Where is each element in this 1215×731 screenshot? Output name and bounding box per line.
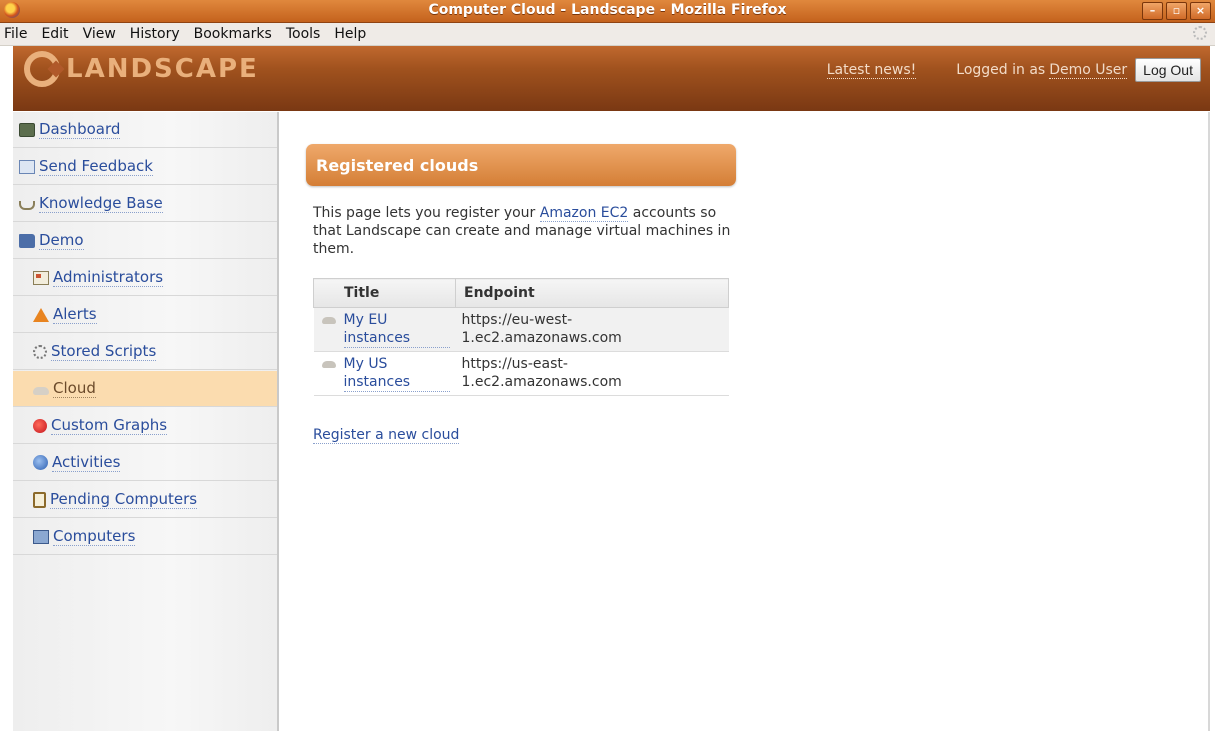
scripts-icon: [33, 344, 47, 359]
sidebar-item-stored-scripts[interactable]: Stored Scripts: [13, 334, 277, 370]
intro-text-before: This page lets you register your: [313, 205, 536, 221]
sidebar-item-label: Cloud: [53, 379, 96, 398]
cloud-icon: [321, 361, 336, 368]
minimize-button[interactable]: –: [1142, 2, 1163, 20]
content-right-border: [1208, 112, 1210, 731]
cloud-icon: [321, 317, 336, 324]
cell-endpoint: https://eu-west-1.ec2.amazonaws.com: [455, 307, 729, 352]
clouds-table: Title Endpoint My EU instances https://e…: [313, 278, 729, 396]
graph-icon: [33, 418, 47, 433]
sidebar-item-label: Alerts: [53, 305, 97, 324]
sidebar-item-label: Demo: [39, 231, 84, 250]
alert-icon: [33, 307, 49, 322]
sidebar-item-activities[interactable]: Activities: [13, 445, 277, 481]
window-controls: – ▫ ×: [1142, 2, 1211, 20]
sidebar-item-custom-graphs[interactable]: Custom Graphs: [13, 408, 277, 444]
logged-in-label: Logged in as: [956, 62, 1046, 78]
dashboard-icon: [19, 122, 35, 137]
sidebar-item-demo[interactable]: Demo: [13, 223, 277, 259]
logout-button[interactable]: Log Out: [1135, 58, 1201, 82]
sidebar-item-label: Dashboard: [39, 120, 121, 139]
sidebar-item-label: Pending Computers: [50, 490, 198, 509]
sidebar: Dashboard Send Feedback Knowledge Base D…: [13, 112, 279, 731]
close-button[interactable]: ×: [1190, 2, 1211, 20]
table-header-row: Title Endpoint: [313, 278, 729, 308]
register-new-cloud-link[interactable]: Register a new cloud: [313, 427, 460, 444]
landscape-logo-icon: [24, 51, 60, 87]
menu-history[interactable]: History: [124, 26, 188, 42]
activities-icon: [33, 455, 48, 470]
pending-computers-icon: [33, 491, 46, 508]
header-links: Latest news! Logged in as Demo User Log …: [826, 55, 1201, 85]
latest-news-link[interactable]: Latest news!: [826, 62, 917, 79]
section-title: Registered clouds: [306, 144, 736, 186]
sidebar-item-label: Administrators: [53, 268, 164, 287]
folder-icon: [19, 233, 35, 248]
sidebar-item-computers[interactable]: Computers: [13, 519, 277, 555]
sidebar-item-label: Send Feedback: [39, 157, 153, 176]
landscape-logo[interactable]: LANDSCAPE: [24, 50, 259, 88]
sidebar-item-knowledge-base[interactable]: Knowledge Base: [13, 186, 277, 222]
computers-icon: [33, 529, 49, 544]
sidebar-item-label: Custom Graphs: [51, 416, 168, 435]
feedback-icon: [19, 159, 35, 174]
user-name-link[interactable]: Demo User: [1049, 62, 1128, 79]
table-row: My US instances https://us-east-1.ec2.am…: [313, 351, 729, 396]
column-header-endpoint[interactable]: Endpoint: [455, 278, 729, 308]
sidebar-item-label: Knowledge Base: [39, 194, 163, 213]
menu-edit[interactable]: Edit: [35, 26, 76, 42]
cloud-icon: [33, 386, 49, 395]
menu-view[interactable]: View: [77, 26, 124, 42]
table-row: My EU instances https://eu-west-1.ec2.am…: [313, 307, 729, 352]
window-title: Computer Cloud - Landscape - Mozilla Fir…: [428, 2, 787, 18]
sidebar-item-label: Activities: [52, 453, 121, 472]
menu-file[interactable]: File: [0, 26, 35, 42]
logo-text: LANDSCAPE: [66, 54, 259, 84]
menu-bookmarks[interactable]: Bookmarks: [188, 26, 280, 42]
menu-bar: File Edit View History Bookmarks Tools H…: [0, 23, 1215, 46]
sidebar-item-send-feedback[interactable]: Send Feedback: [13, 149, 277, 185]
menu-tools[interactable]: Tools: [280, 26, 329, 42]
maximize-button[interactable]: ▫: [1166, 2, 1187, 20]
knowledge-base-icon: [19, 201, 35, 210]
sidebar-item-administrators[interactable]: Administrators: [13, 260, 277, 296]
sidebar-item-label: Computers: [53, 527, 136, 546]
menu-help[interactable]: Help: [328, 26, 374, 42]
intro-text: This page lets you register your Amazon …: [313, 204, 733, 258]
sidebar-item-pending-computers[interactable]: Pending Computers: [13, 482, 277, 518]
cloud-title-link[interactable]: My EU instances: [343, 311, 450, 348]
cloud-title-link[interactable]: My US instances: [343, 355, 450, 392]
amazon-ec2-link[interactable]: Amazon EC2: [539, 205, 629, 222]
cell-title: My US instances: [313, 351, 456, 396]
window-titlebar: Computer Cloud - Landscape - Mozilla Fir…: [0, 0, 1215, 23]
throbber-icon: [1193, 26, 1207, 40]
sidebar-item-dashboard[interactable]: Dashboard: [13, 112, 277, 148]
sidebar-item-alerts[interactable]: Alerts: [13, 297, 277, 333]
administrators-icon: [33, 270, 49, 285]
cell-endpoint: https://us-east-1.ec2.amazonaws.com: [455, 351, 729, 396]
column-header-title[interactable]: Title: [313, 278, 456, 308]
sidebar-item-label: Stored Scripts: [51, 342, 157, 361]
cell-title: My EU instances: [313, 307, 456, 352]
sidebar-item-cloud[interactable]: Cloud: [13, 371, 277, 407]
